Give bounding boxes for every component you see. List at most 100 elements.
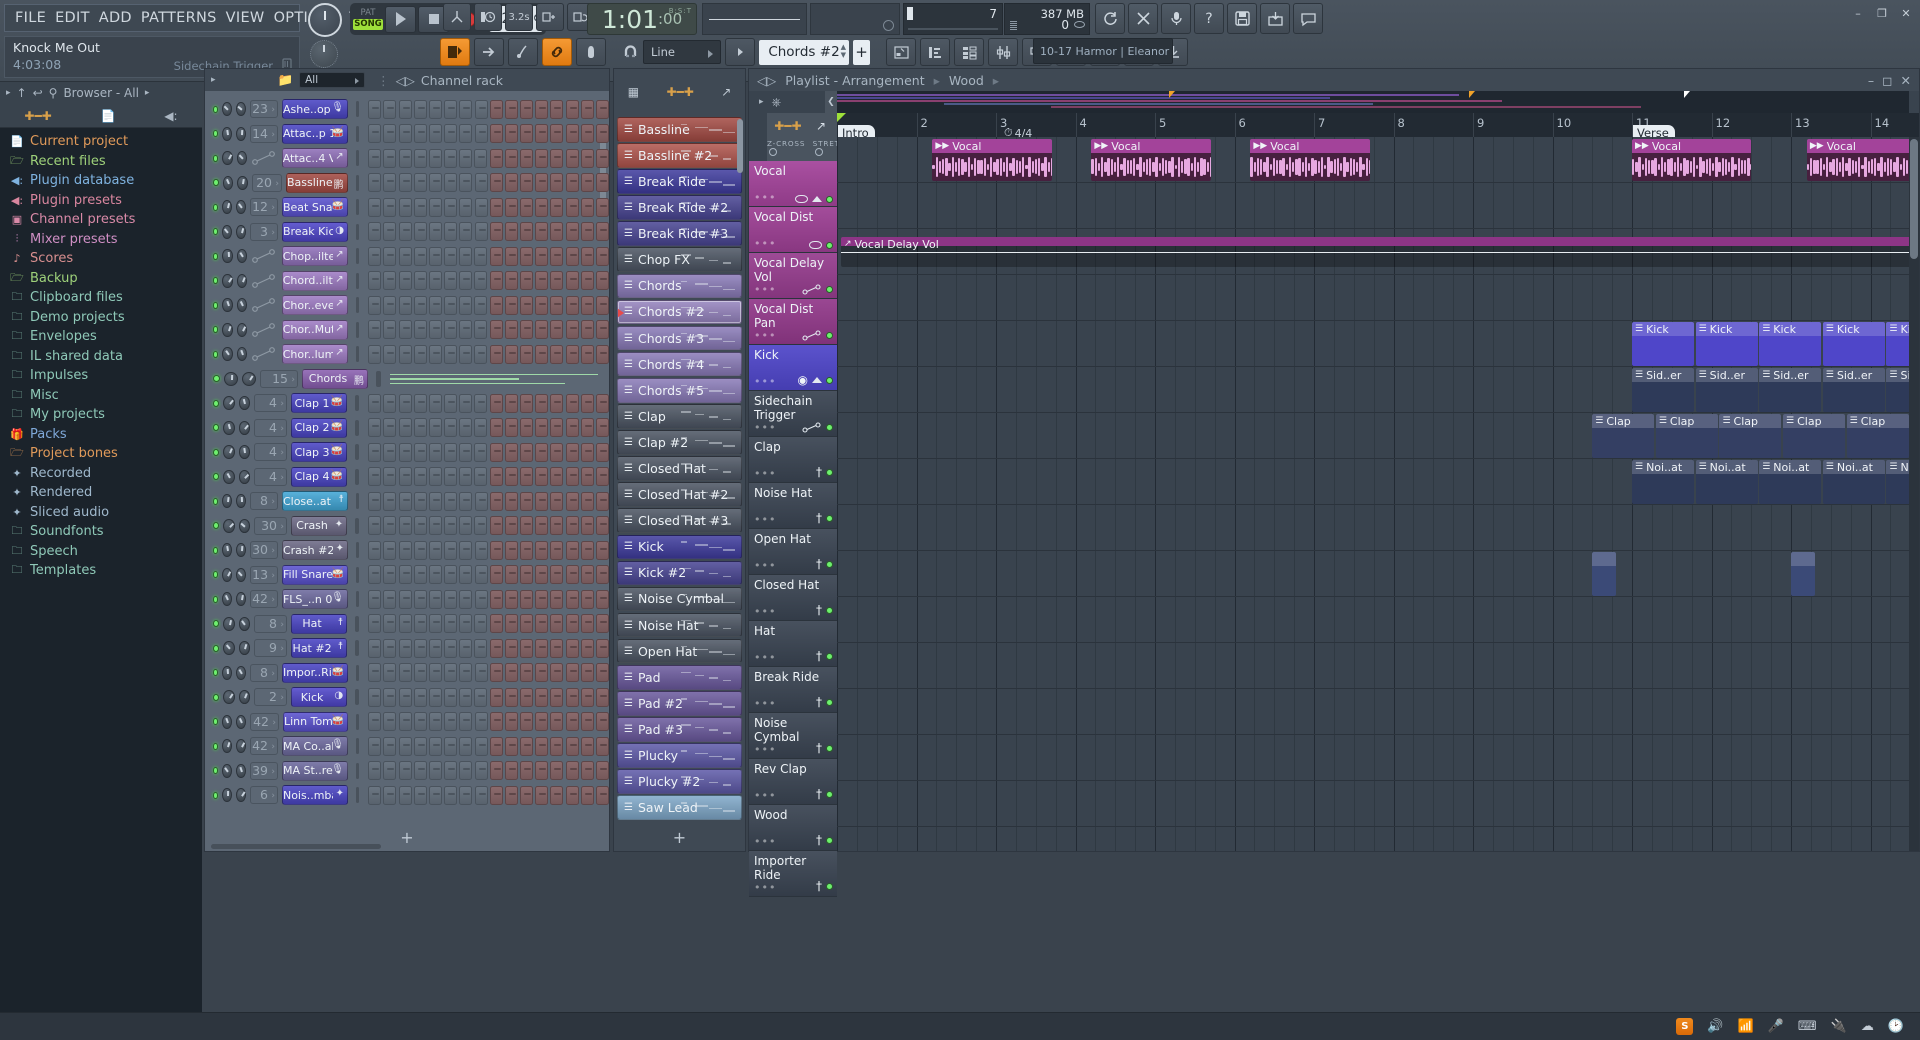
- overlay-notes-button[interactable]: [536, 3, 564, 31]
- channel-volume-knob[interactable]: [236, 322, 248, 337]
- step-button[interactable]: [520, 736, 534, 756]
- step-button[interactable]: [565, 736, 579, 756]
- step-button[interactable]: [413, 761, 427, 781]
- eye-icon[interactable]: [809, 241, 822, 249]
- step-button[interactable]: [368, 589, 382, 609]
- step-button[interactable]: [428, 785, 442, 805]
- step-button[interactable]: [474, 344, 488, 364]
- playlist-menu-icon[interactable]: ▸: [759, 97, 764, 107]
- pattern-item[interactable]: ☰ Plucky: [617, 743, 742, 768]
- add-pattern-picker-button[interactable]: +: [673, 828, 686, 847]
- step-button[interactable]: [398, 589, 412, 609]
- channel-volume-knob[interactable]: [235, 592, 246, 607]
- channel-row[interactable]: 42Linn Tom🥁: [205, 710, 609, 735]
- step-button[interactable]: [596, 99, 609, 119]
- step-button[interactable]: [489, 246, 503, 266]
- step-button[interactable]: [489, 540, 503, 560]
- channel-pan-knob[interactable]: [223, 641, 235, 656]
- step-button[interactable]: [489, 491, 503, 511]
- step-button[interactable]: [504, 124, 518, 144]
- channel-volume-knob[interactable]: [238, 518, 251, 533]
- step-button[interactable]: [535, 271, 549, 291]
- channel-row[interactable]: 9 Hat #2 ☨: [205, 636, 609, 661]
- step-button[interactable]: [459, 295, 473, 315]
- mixer-track-number[interactable]: 14: [249, 124, 278, 143]
- step-button[interactable]: [565, 663, 579, 683]
- step-button[interactable]: [428, 761, 442, 781]
- step-button[interactable]: [596, 785, 609, 805]
- step-button[interactable]: [383, 222, 397, 242]
- channel-pan-knob[interactable]: [222, 347, 233, 362]
- step-button[interactable]: [504, 393, 518, 413]
- channel-volume-knob[interactable]: [235, 102, 246, 117]
- pattern-item[interactable]: ☰ Noise Hat: [617, 612, 742, 638]
- playlist-lane[interactable]: ☰Kick☰Kick☰Kick☰Kick☰Kick☰Kick☰Kick☰Kick: [837, 321, 1919, 367]
- browser-plugin-icon[interactable]: ◀:: [164, 109, 177, 123]
- step-button[interactable]: [459, 442, 473, 462]
- pattern-item[interactable]: ☰ Pad: [617, 664, 742, 690]
- channel-enable-led[interactable]: [213, 350, 219, 358]
- channel-name-button[interactable]: Chor..Mute↗: [281, 319, 348, 340]
- channel-name-button[interactable]: Clap 2 🥁: [290, 417, 348, 438]
- channel-pan-knob[interactable]: [223, 420, 235, 435]
- step-button[interactable]: [565, 418, 579, 438]
- step-button[interactable]: [550, 271, 564, 291]
- step-button[interactable]: [413, 99, 427, 119]
- step-button[interactable]: [489, 99, 503, 119]
- step-button[interactable]: [474, 124, 488, 144]
- step-button[interactable]: [428, 589, 442, 609]
- step-button[interactable]: [398, 491, 412, 511]
- playlist-lane[interactable]: [837, 643, 1919, 689]
- step-button[interactable]: [428, 320, 442, 340]
- channel-row[interactable]: 4Clap 1🥁: [205, 391, 609, 416]
- mixer-track-number[interactable]: 20: [251, 173, 283, 192]
- step-button[interactable]: [489, 295, 503, 315]
- track-enable-led[interactable]: [826, 286, 833, 293]
- step-button[interactable]: [474, 565, 488, 585]
- channel-name-button[interactable]: Ashe..op FX🎙: [281, 99, 348, 120]
- step-button[interactable]: [474, 491, 488, 511]
- step-button[interactable]: [368, 295, 382, 315]
- step-button[interactable]: [368, 197, 382, 217]
- track-enable-led[interactable]: [826, 606, 833, 614]
- step-button[interactable]: [504, 222, 518, 242]
- channel-row[interactable]: 6Nois..mbal✦: [205, 783, 609, 808]
- step-button[interactable]: [383, 124, 397, 144]
- step-button[interactable]: [383, 687, 397, 707]
- playlist-grid[interactable]: ▶▶Vocal▶▶Vocal▶▶Vocal▶▶Vocal▶▶Vocal▶▶Voc…: [837, 137, 1919, 851]
- add-pattern-button[interactable]: +: [853, 39, 870, 65]
- channel-enable-led[interactable]: [213, 399, 220, 407]
- step-button[interactable]: [459, 467, 473, 487]
- kick-icon[interactable]: ◉: [798, 373, 808, 387]
- tools-button[interactable]: [1128, 3, 1158, 34]
- step-button[interactable]: [565, 173, 579, 193]
- step-button[interactable]: [596, 173, 609, 193]
- step-button[interactable]: [459, 393, 473, 413]
- step-button[interactable]: [580, 124, 594, 144]
- channel-enable-led[interactable]: [213, 644, 220, 652]
- step-button[interactable]: [565, 99, 579, 119]
- step-button[interactable]: [504, 491, 518, 511]
- mixer-track-number[interactable]: 4: [254, 467, 287, 486]
- channel-enable-led[interactable]: [213, 546, 219, 554]
- pattern-item[interactable]: ☰ Chords #4: [617, 351, 742, 377]
- pattern-item[interactable]: ☰ Chords #3: [617, 325, 742, 351]
- step-button[interactable]: [459, 418, 473, 438]
- step-button[interactable]: [580, 589, 594, 609]
- step-button[interactable]: [428, 540, 442, 560]
- step-button[interactable]: [444, 540, 458, 560]
- channel-enable-led[interactable]: [213, 473, 220, 481]
- browser-up-icon[interactable]: ↑: [17, 86, 27, 100]
- channel-pan-knob[interactable]: [222, 592, 232, 607]
- step-button[interactable]: [580, 418, 594, 438]
- step-button[interactable]: [368, 418, 382, 438]
- close-button[interactable]: ✕: [1896, 4, 1916, 22]
- step-button[interactable]: [368, 687, 382, 707]
- picker-piano-icon[interactable]: ▦: [628, 85, 639, 99]
- pattern-list-scrollbar[interactable]: [737, 119, 743, 173]
- step-button[interactable]: [444, 712, 458, 732]
- pattern-item[interactable]: ☰ Closed Hat #2: [617, 482, 742, 507]
- track-header[interactable]: Vocal Dist Pan •••: [749, 299, 837, 345]
- step-button[interactable]: [428, 99, 442, 119]
- step-button[interactable]: [565, 712, 579, 732]
